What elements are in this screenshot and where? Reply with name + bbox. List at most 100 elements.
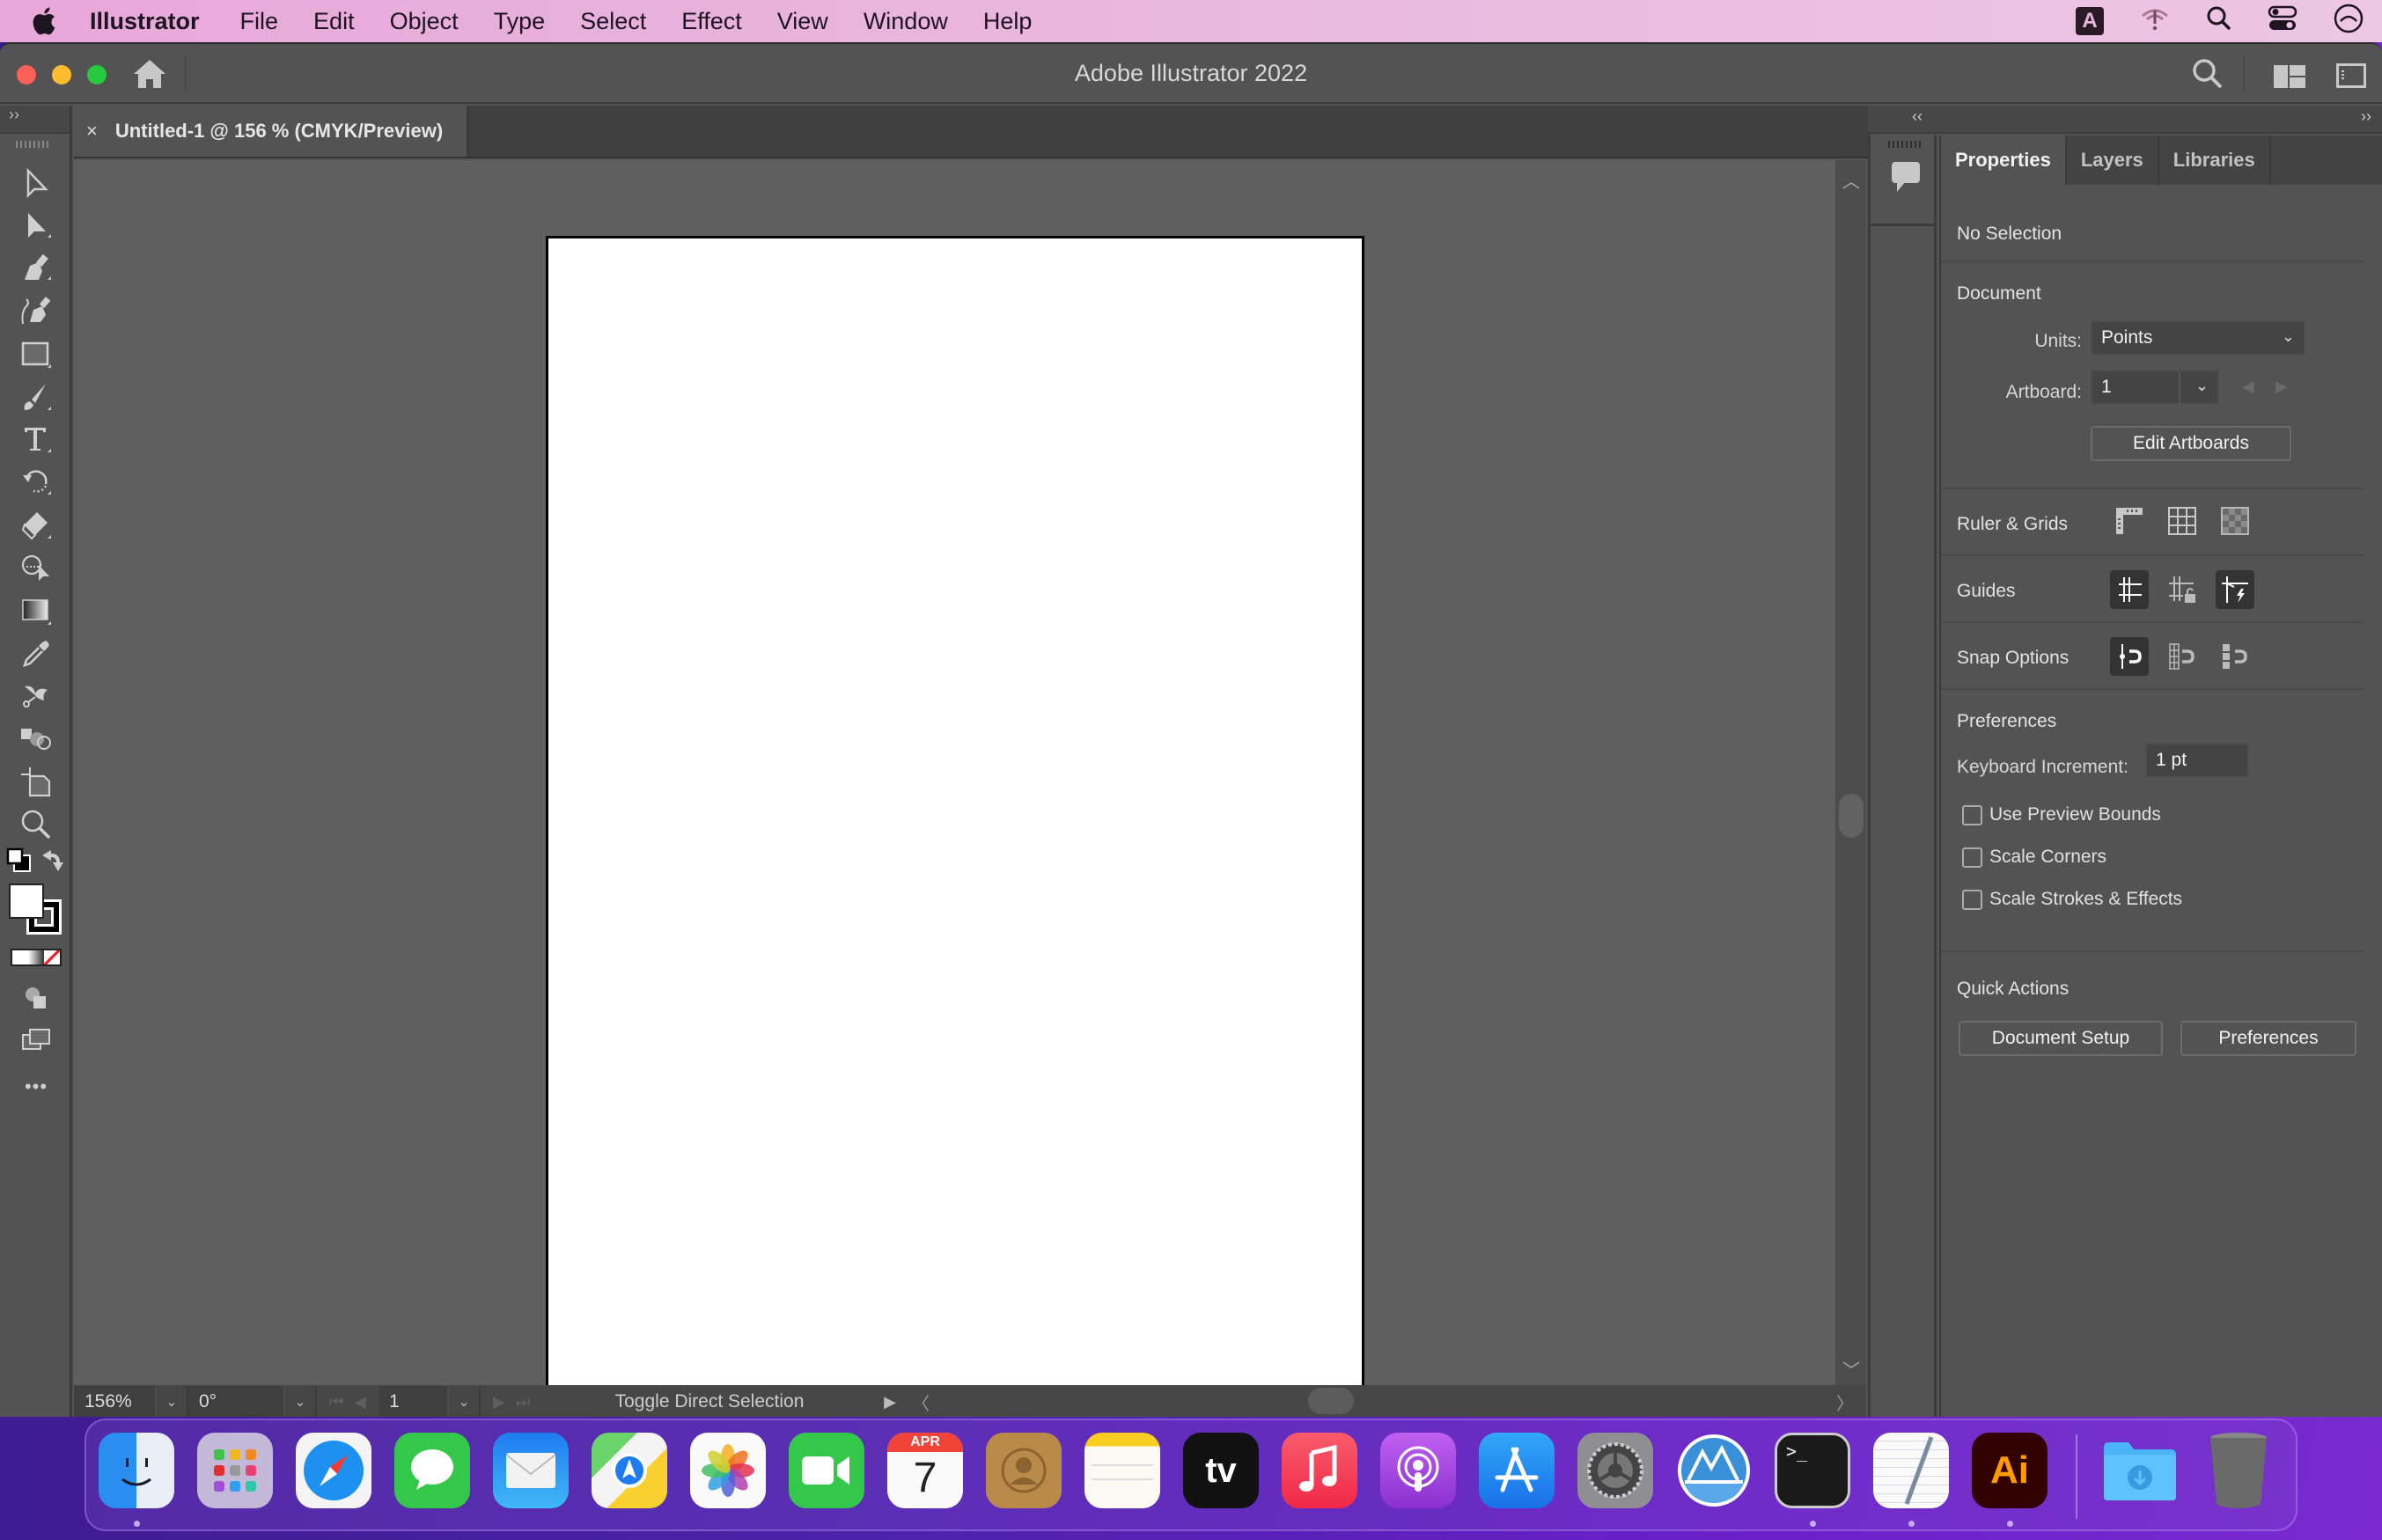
menu-select[interactable]: Select xyxy=(580,8,646,35)
artboard-number-field[interactable]: 1 xyxy=(379,1386,449,1417)
dock-trash[interactable] xyxy=(2201,1433,2276,1508)
expand-panels-button[interactable]: ‹‹ xyxy=(1912,107,1923,126)
previous-artboard-icon[interactable]: ◀ xyxy=(354,1393,366,1412)
checkbox-box[interactable] xyxy=(1962,847,1982,868)
curvature-tool[interactable] xyxy=(18,292,55,329)
apple-menu-icon[interactable] xyxy=(30,6,63,36)
use-preview-bounds-checkbox[interactable]: Use Preview Bounds xyxy=(1962,804,2161,825)
draw-mode-button[interactable] xyxy=(18,979,55,1016)
grid-icon[interactable] xyxy=(2163,502,2202,540)
scale-corners-checkbox[interactable]: Scale Corners xyxy=(1962,847,2106,868)
edit-artboards-button[interactable]: Edit Artboards xyxy=(2091,426,2291,461)
scroll-right-icon[interactable]: 〉 xyxy=(1836,1390,1854,1415)
workspace-switcher-icon[interactable] xyxy=(2336,63,2366,92)
previous-artboard-arrow-icon[interactable]: ◀ xyxy=(2242,378,2254,396)
vertical-scrollbar[interactable]: ︿ ﹀ xyxy=(1835,160,1866,1385)
dock-mail[interactable] xyxy=(493,1433,569,1508)
default-fill-stroke-icon[interactable] xyxy=(5,847,33,875)
blend-tool[interactable] xyxy=(18,720,55,757)
shape-builder-tool[interactable] xyxy=(18,549,55,586)
fill-swatch[interactable] xyxy=(9,884,44,919)
dock-launchpad[interactable] xyxy=(197,1433,273,1508)
canvas-area[interactable] xyxy=(74,160,1835,1393)
horizontal-scrollbar[interactable]: 〈 〉 xyxy=(903,1386,1866,1417)
checkbox-box[interactable] xyxy=(1962,889,1982,910)
rotation-field[interactable]: 0° xyxy=(188,1386,285,1417)
show-guides-icon[interactable] xyxy=(2110,570,2149,609)
dock-maps[interactable] xyxy=(592,1433,667,1508)
dock-facetime[interactable] xyxy=(789,1433,864,1508)
spotlight-search-icon[interactable] xyxy=(2206,5,2232,38)
toolbar-grip-handle[interactable] xyxy=(16,141,51,148)
dock-app-store[interactable] xyxy=(1479,1433,1555,1508)
dock-calendar[interactable]: APR 7 xyxy=(887,1433,963,1508)
rectangle-tool[interactable] xyxy=(18,336,55,373)
direct-selection-tool[interactable] xyxy=(18,208,55,245)
document-setup-button[interactable]: Document Setup xyxy=(1959,1021,2163,1056)
menu-edit[interactable]: Edit xyxy=(313,8,355,35)
menu-type[interactable]: Type xyxy=(494,8,546,35)
zoom-dropdown-chevron-icon[interactable]: ⌄ xyxy=(157,1386,188,1417)
dock-codepoint[interactable] xyxy=(1676,1433,1752,1508)
preferences-button[interactable]: Preferences xyxy=(2180,1021,2356,1056)
menu-file[interactable]: File xyxy=(240,8,279,35)
color-mode-button[interactable] xyxy=(12,950,28,964)
dock-podcasts[interactable] xyxy=(1380,1433,1456,1508)
dock-textedit[interactable] xyxy=(1873,1433,1949,1508)
pen-tool[interactable] xyxy=(18,250,55,287)
change-screen-mode-button[interactable] xyxy=(18,1021,55,1058)
checkbox-box[interactable] xyxy=(1962,804,1982,825)
dock-finder[interactable] xyxy=(99,1433,174,1508)
snap-to-pixel-icon[interactable] xyxy=(2163,637,2202,676)
rotation-dropdown-chevron-icon[interactable]: ⌄ xyxy=(285,1386,317,1417)
status-message[interactable]: Toggle Direct Selection xyxy=(542,1391,877,1412)
artboard-dropdown-chevron-icon[interactable]: ⌄ xyxy=(449,1386,481,1417)
scroll-up-icon[interactable]: ︿ xyxy=(1842,167,1860,193)
dock-notes[interactable] xyxy=(1084,1433,1160,1508)
next-artboard-arrow-icon[interactable]: ▶ xyxy=(2275,378,2288,396)
dock-system-preferences[interactable] xyxy=(1577,1433,1653,1508)
last-artboard-icon[interactable]: ⏭ xyxy=(516,1393,530,1412)
menu-effect[interactable]: Effect xyxy=(681,8,742,35)
zoom-tool[interactable] xyxy=(18,806,55,843)
collapse-panels-button[interactable]: ›› xyxy=(2361,107,2371,126)
keyboard-input-a-icon[interactable]: A xyxy=(2076,7,2104,35)
siri-icon[interactable] xyxy=(2333,3,2364,40)
wifi-alert-icon[interactable] xyxy=(2139,5,2171,38)
comments-icon[interactable] xyxy=(1892,162,1920,198)
selection-tool[interactable] xyxy=(18,165,55,202)
artboard-tool[interactable] xyxy=(18,764,55,801)
dock-terminal[interactable]: >_ xyxy=(1775,1433,1850,1508)
scroll-left-icon[interactable]: 〈 xyxy=(912,1390,930,1415)
artboard-dropdown[interactable]: 1 ⌄ xyxy=(2091,370,2219,405)
puppet-warp-tool[interactable] xyxy=(18,678,55,715)
document-tab[interactable]: × Untitled-1 @ 156 % (CMYK/Preview) xyxy=(74,106,468,157)
control-center-icon[interactable] xyxy=(2268,5,2297,38)
search-icon[interactable] xyxy=(2192,58,2224,94)
units-dropdown[interactable]: Points ⌄ xyxy=(2091,320,2305,356)
eraser-tool[interactable] xyxy=(18,507,55,544)
strip-grip-handle[interactable] xyxy=(1888,141,1922,148)
tab-layers[interactable]: Layers xyxy=(2067,136,2159,185)
snap-to-point-icon[interactable] xyxy=(2110,637,2149,676)
dock-downloads[interactable] xyxy=(2102,1433,2178,1508)
scroll-down-icon[interactable]: ﹀ xyxy=(1842,1356,1860,1382)
first-artboard-icon[interactable]: ⏮ xyxy=(329,1393,343,1412)
dock-messages[interactable] xyxy=(394,1433,470,1508)
dock-safari[interactable] xyxy=(296,1433,371,1508)
swap-fill-stroke-icon[interactable] xyxy=(39,847,67,875)
eyedropper-tool[interactable] xyxy=(18,635,55,672)
keyboard-increment-input[interactable]: 1 pt xyxy=(2145,743,2249,778)
gradient-mode-button[interactable] xyxy=(28,950,44,964)
none-mode-button[interactable] xyxy=(44,950,60,964)
rulers-icon[interactable] xyxy=(2110,502,2149,540)
scale-strokes-effects-checkbox[interactable]: Scale Strokes & Effects xyxy=(1962,889,2182,910)
type-tool[interactable] xyxy=(18,421,55,458)
artboard[interactable] xyxy=(546,236,1364,1393)
edit-toolbar-button[interactable]: ••• xyxy=(18,1068,55,1105)
zoom-level-field[interactable]: 156% xyxy=(74,1386,157,1417)
dock-music[interactable] xyxy=(1282,1433,1357,1508)
next-artboard-icon[interactable]: ▶ xyxy=(493,1393,505,1412)
arrange-documents-icon[interactable] xyxy=(2274,65,2305,92)
tab-libraries[interactable]: Libraries xyxy=(2159,136,2271,185)
